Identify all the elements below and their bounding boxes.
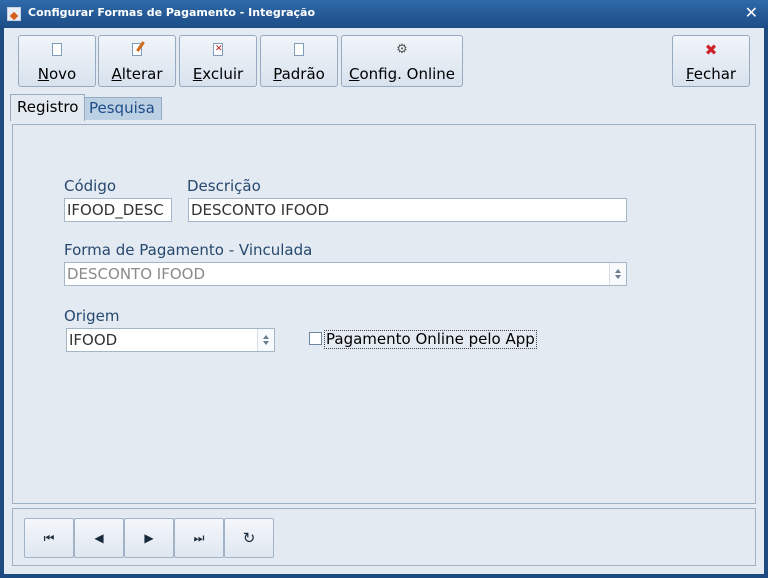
alterar-button-label: Alterar (111, 65, 163, 83)
last-record-button[interactable]: ⏭ (174, 518, 224, 558)
gear-icon: ⚙ (396, 42, 408, 57)
default-document-icon (294, 43, 304, 59)
forma-pagamento-label: Forma de Pagamento - Vinculada (64, 241, 313, 259)
registro-panel: Código IFOOD_DESC Descrição DESCONTO IFO… (12, 124, 756, 504)
fechar-button[interactable]: ✖ Fechar (672, 35, 750, 87)
config-online-button[interactable]: ⚙ Config. Online (341, 35, 463, 87)
alterar-button[interactable]: Alterar (98, 35, 176, 87)
forma-pagamento-spin-icon[interactable] (609, 263, 626, 285)
padrao-button-label: Padrão (273, 65, 325, 83)
app-icon (7, 7, 21, 21)
new-document-icon (52, 43, 62, 59)
title-bar: Configurar Formas de Pagamento - Integra… (0, 0, 768, 28)
app-window: Configurar Formas de Pagamento - Integra… (0, 0, 768, 578)
pagamento-online-label[interactable]: Pagamento Online pelo App (324, 330, 537, 349)
excluir-button[interactable]: ✕ Excluir (179, 35, 257, 87)
close-red-x-icon: ✖ (704, 41, 718, 59)
pagamento-online-checkbox[interactable] (309, 332, 322, 345)
navigation-bar: ⏮ ◀ ▶ ⏭ ↻ (12, 508, 756, 566)
origem-spin-icon[interactable] (257, 329, 274, 351)
window-title: Configurar Formas de Pagamento - Integra… (28, 6, 316, 19)
origem-select[interactable]: IFOOD (66, 328, 275, 352)
first-record-button[interactable]: ⏮ (24, 518, 74, 558)
forma-pagamento-select[interactable]: DESCONTO IFOOD (64, 262, 627, 286)
delete-document-icon: ✕ (213, 43, 223, 56)
codigo-field[interactable]: IFOOD_DESC (64, 198, 172, 222)
tab-pesquisa[interactable]: Pesquisa (82, 97, 162, 120)
origem-value: IFOOD (69, 331, 118, 349)
descricao-label: Descrição (187, 177, 261, 195)
edit-pencil-icon (132, 41, 145, 59)
tab-registro[interactable]: Registro (10, 94, 86, 121)
novo-button-label: Novo (37, 65, 77, 83)
padrao-button[interactable]: Padrão (260, 35, 338, 87)
descricao-field[interactable]: DESCONTO IFOOD (188, 198, 627, 222)
refresh-button[interactable]: ↻ (224, 518, 274, 558)
origem-label: Origem (64, 307, 120, 325)
client-area: Novo Alterar ✕ Excluir Padrão ⚙ Config. … (4, 28, 764, 574)
next-record-button[interactable]: ▶ (124, 518, 174, 558)
previous-record-button[interactable]: ◀ (74, 518, 124, 558)
window-close-button[interactable]: ✕ (745, 4, 758, 22)
forma-pagamento-value: DESCONTO IFOOD (67, 265, 206, 283)
fechar-button-label: Fechar (685, 65, 737, 83)
novo-button[interactable]: Novo (18, 35, 96, 87)
excluir-button-label: Excluir (192, 65, 244, 83)
codigo-label: Código (64, 177, 117, 195)
config-online-button-label: Config. Online (348, 65, 456, 83)
